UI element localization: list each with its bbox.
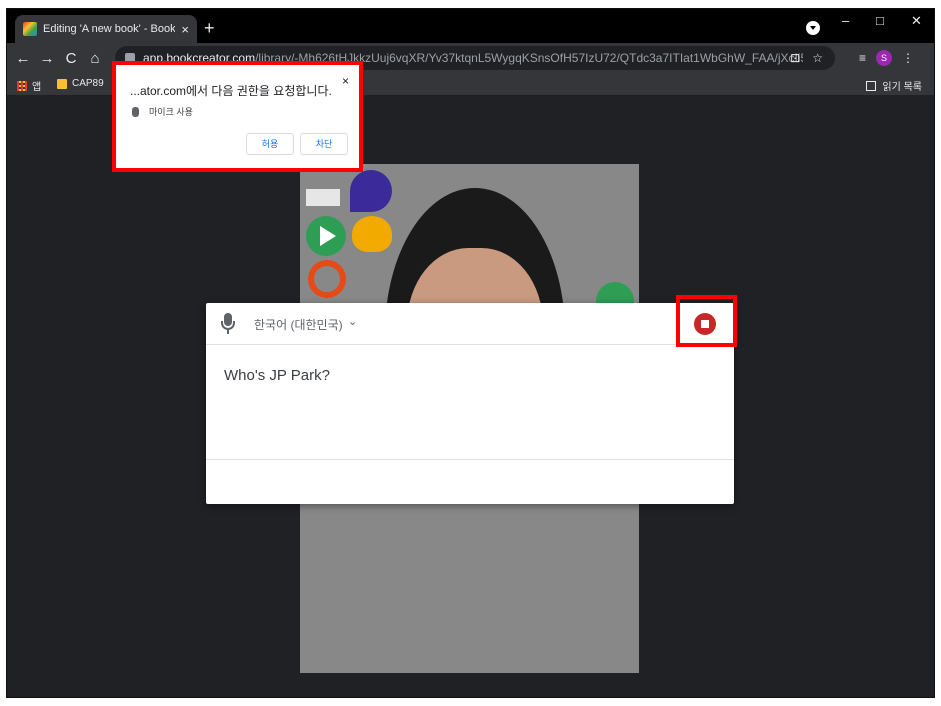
tab-title: Editing 'A new book' - Book Cr: [43, 23, 176, 35]
new-tab-button[interactable]: +: [204, 19, 215, 37]
speech-input-dialog: 한국어 (대한민국) ⌄ Who's JP Park?: [206, 303, 734, 504]
apps-grid-icon: [17, 80, 27, 91]
reading-list-icon: [866, 80, 877, 91]
reading-list-label: 읽기 목록: [882, 82, 922, 93]
permission-popup: ...ator.com에서 다음 권한을 요청합니다. × 마이크 사용 허용 …: [112, 61, 363, 172]
home-button[interactable]: ⌂: [83, 50, 107, 67]
back-button[interactable]: ←: [11, 50, 35, 67]
bookmark-apps-label: 앱: [32, 82, 42, 93]
browser-window: Editing 'A new book' - Book Cr × + – □ ✕…: [6, 8, 935, 698]
microphone-icon: [132, 106, 139, 117]
bookmark-cap89[interactable]: CAP89: [57, 78, 104, 89]
transcript-text: Who's JP Park?: [224, 367, 330, 384]
purple-shape-icon: [350, 170, 392, 212]
bookmark-star-icon[interactable]: ☆: [812, 51, 823, 65]
bookmark-apps[interactable]: 앱: [17, 78, 41, 93]
close-window-button[interactable]: ✕: [911, 13, 922, 29]
media-control-icon[interactable]: ≡: [859, 51, 866, 65]
minimize-button[interactable]: –: [842, 13, 849, 28]
tab-strip: Editing 'A new book' - Book Cr × + – □ ✕: [7, 9, 934, 43]
permission-item: 마이크 사용: [132, 105, 193, 118]
language-selector[interactable]: 한국어 (대한민국): [254, 316, 343, 333]
close-icon[interactable]: ×: [342, 74, 349, 88]
allow-button[interactable]: 허용: [246, 133, 294, 155]
reload-button[interactable]: C: [59, 50, 83, 67]
dialog-divider: [206, 459, 734, 460]
tab-close-icon[interactable]: ×: [181, 22, 189, 37]
microphone-icon: [220, 313, 236, 335]
permission-title: ...ator.com에서 다음 권한을 요청합니다.: [130, 84, 332, 98]
bookmark-cap89-label: CAP89: [72, 78, 104, 89]
install-icon[interactable]: ⊡: [790, 51, 800, 65]
stop-button-highlight: [676, 295, 737, 347]
chevron-down-icon[interactable]: ⌄: [348, 315, 357, 328]
menu-icon[interactable]: ⋮: [902, 51, 914, 65]
permission-item-label: 마이크 사용: [149, 107, 193, 117]
block-button[interactable]: 차단: [300, 133, 348, 155]
forward-button[interactable]: →: [35, 50, 59, 67]
orange-ring-icon: [308, 260, 346, 298]
stairs-shape-icon: [306, 172, 340, 206]
tab-search-icon[interactable]: [806, 21, 820, 35]
reading-list-button[interactable]: 읽기 목록: [866, 78, 922, 93]
yellow-shape-icon: [352, 216, 392, 252]
speech-dialog-header: 한국어 (대한민국) ⌄: [206, 303, 734, 345]
play-icon: [320, 226, 336, 246]
avatar[interactable]: S: [876, 50, 893, 66]
page-content: 한국어 (대한민국) ⌄ Who's JP Park?: [7, 95, 934, 697]
maximize-button[interactable]: □: [876, 13, 884, 28]
tab-book-creator[interactable]: Editing 'A new book' - Book Cr ×: [15, 15, 197, 43]
folder-icon: [57, 78, 67, 89]
book-creator-favicon-icon: [23, 22, 37, 36]
